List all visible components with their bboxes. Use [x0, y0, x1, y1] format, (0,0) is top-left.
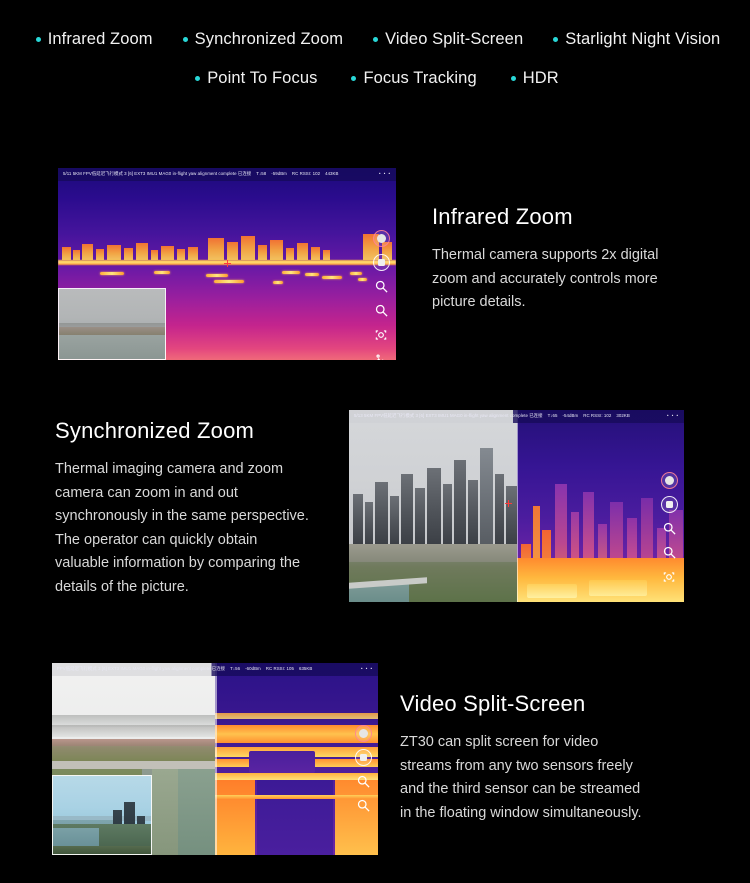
feature-tag-video-split-screen: Video Split-Screen: [373, 30, 523, 49]
center-reticle-icon: [505, 500, 512, 507]
zoom-out-icon[interactable]: [373, 302, 390, 319]
feature-tag-label: Starlight Night Vision: [565, 30, 721, 48]
floating-pip-window[interactable]: [58, 288, 166, 360]
video-statusbar: 5/13 5KM FPV低延迟飞行模式 3 [6] EXT3 IMU1 MAG0…: [349, 410, 684, 423]
infrared-text-column: Infrared Zoom Thermal camera supports 2x…: [396, 168, 668, 315]
bullet-dot-icon: [351, 76, 357, 81]
feature-tag-synchronized-zoom: Synchronized Zoom: [182, 30, 344, 49]
statusbar-rc-rssi: RC RSSI: 102: [583, 413, 612, 419]
statusbar-signal-strength: -54dBm: [562, 413, 579, 419]
pip-third-sensor-scene: [53, 776, 151, 854]
feature-tag-block: Infrared Zoom Synchronized Zoom Video Sp…: [0, 0, 750, 88]
statusbar-signal-strength: -59dBm: [271, 171, 287, 177]
feature-tag-label: Infrared Zoom: [47, 30, 153, 48]
statusbar-bitrate: 635KB: [298, 666, 313, 672]
video-statusbar: 5/11 5KM FPV低延迟飞行模式 3 [6] EXT3 IMU1 MAG0…: [58, 168, 396, 181]
statusbar-more-icon[interactable]: • • •: [361, 666, 373, 671]
split-scene: [349, 410, 684, 602]
statusbar-flight-info: 5/11 5KM FPV低延迟飞行模式 3 [6] EXT3 IMU1 MAG0…: [63, 171, 252, 177]
statusbar-bitrate: 302KB: [616, 413, 630, 419]
target-tracking-icon[interactable]: [373, 326, 390, 343]
video-control-column: [370, 230, 392, 360]
section-title: Video Split-Screen: [400, 691, 586, 716]
feature-tag-label: Point To Focus: [207, 69, 318, 87]
video-statusbar: FPV低延迟飞行模式 3 [6] EXT3 IMU1 MAG0 in-fligh…: [52, 663, 378, 676]
feature-tag-focus-tracking: Focus Tracking: [351, 69, 477, 88]
thermal-skyline: [58, 226, 396, 260]
statusbar-signal-strength: -60dBm: [245, 666, 261, 672]
floating-pip-window[interactable]: [52, 775, 152, 855]
statusbar-more-icon[interactable]: • • •: [667, 413, 679, 418]
statusbar-temperature: T↓58: [256, 171, 267, 177]
center-reticle-icon: [224, 260, 231, 267]
split-divider: [215, 663, 217, 855]
section-body: ZT30 can split screen for video streams …: [400, 734, 642, 821]
zoom-out-icon[interactable]: [355, 797, 372, 814]
video-screen-split[interactable]: FPV低延迟飞行模式 3 [6] EXT3 IMU1 MAG0 in-fligh…: [52, 663, 378, 855]
feature-tag-point-to-focus: Point To Focus: [195, 69, 317, 88]
zoom-in-icon[interactable]: [373, 278, 390, 295]
feature-tag-label: Video Split-Screen: [385, 30, 524, 48]
statusbar-bitrate: 443KB: [325, 171, 339, 177]
feature-tag-label: Focus Tracking: [363, 69, 477, 87]
statusbar-flight-info: FPV低延迟飞行模式 3 [6] EXT3 IMU1 MAG0 in-fligh…: [57, 666, 226, 672]
section-title: Infrared Zoom: [432, 204, 573, 229]
section-body: Thermal camera supports 2x digital zoom …: [432, 247, 659, 311]
split-text-column: Video Split-Screen ZT30 can split screen…: [378, 663, 650, 825]
snapshot-icon[interactable]: [660, 496, 678, 513]
section-video-split-screen: FPV低延迟飞行模式 3 [6] EXT3 IMU1 MAG0 in-fligh…: [52, 663, 650, 855]
video-control-column: [352, 725, 374, 814]
feature-tag-label: HDR: [522, 69, 559, 87]
snapshot-icon[interactable]: [372, 254, 390, 271]
section-body: Thermal imaging camera and zoom camera c…: [55, 461, 309, 595]
statusbar-rc-rssi: RC RSSI: 105: [265, 666, 294, 672]
bullet-dot-icon: [35, 37, 41, 42]
statusbar-temperature: T↓56: [230, 666, 241, 672]
split-divider: [516, 410, 518, 602]
record-icon[interactable]: [354, 725, 372, 742]
zoom-in-icon[interactable]: [355, 773, 372, 790]
record-icon[interactable]: [372, 230, 390, 247]
feature-tag-hdr: HDR: [510, 69, 559, 88]
bullet-dot-icon: [510, 76, 516, 81]
gallery-icon[interactable]: [373, 350, 390, 360]
record-icon[interactable]: [660, 472, 678, 489]
snapshot-icon[interactable]: [354, 749, 372, 766]
feature-tag-starlight-night-vision: Starlight Night Vision: [553, 30, 720, 49]
zoom-out-icon[interactable]: [661, 544, 678, 561]
statusbar-temperature: T↓65: [547, 413, 558, 419]
statusbar-flight-info: 5/13 5KM FPV低延迟飞行模式 3 [6] EXT3 IMU1 MAG0…: [354, 413, 543, 419]
video-screen-synchronized[interactable]: 5/13 5KM FPV低延迟飞行模式 3 [6] EXT3 IMU1 MAG0…: [349, 410, 684, 602]
target-tracking-icon[interactable]: [661, 568, 678, 585]
feature-tag-label: Synchronized Zoom: [194, 30, 344, 48]
visible-light-pane: [349, 410, 517, 602]
video-screen-infrared[interactable]: 5/11 5KM FPV低延迟飞行模式 3 [6] EXT3 IMU1 MAG0…: [58, 168, 396, 360]
section-title: Synchronized Zoom: [55, 418, 255, 443]
statusbar-rc-rssi: RC RSSI: 102: [291, 171, 321, 177]
bullet-dot-icon: [182, 37, 188, 42]
sync-text-column: Synchronized Zoom Thermal imaging camera…: [55, 410, 327, 599]
pip-visible-scene: [59, 289, 165, 359]
feature-tag-row-2: Point To Focus Focus Tracking HDR: [0, 69, 750, 88]
section-synchronized-zoom: Synchronized Zoom Thermal imaging camera…: [55, 410, 684, 602]
bullet-dot-icon: [195, 76, 201, 81]
bullet-dot-icon: [553, 37, 559, 42]
feature-tag-infrared-zoom: Infrared Zoom: [35, 30, 153, 49]
video-control-column: [658, 472, 680, 585]
statusbar-more-icon[interactable]: • • •: [379, 171, 391, 176]
bullet-dot-icon: [373, 37, 379, 42]
feature-tag-row-1: Infrared Zoom Synchronized Zoom Video Sp…: [0, 30, 750, 49]
section-infrared-zoom: 5/11 5KM FPV低延迟飞行模式 3 [6] EXT3 IMU1 MAG0…: [58, 168, 668, 360]
zoom-in-icon[interactable]: [661, 520, 678, 537]
